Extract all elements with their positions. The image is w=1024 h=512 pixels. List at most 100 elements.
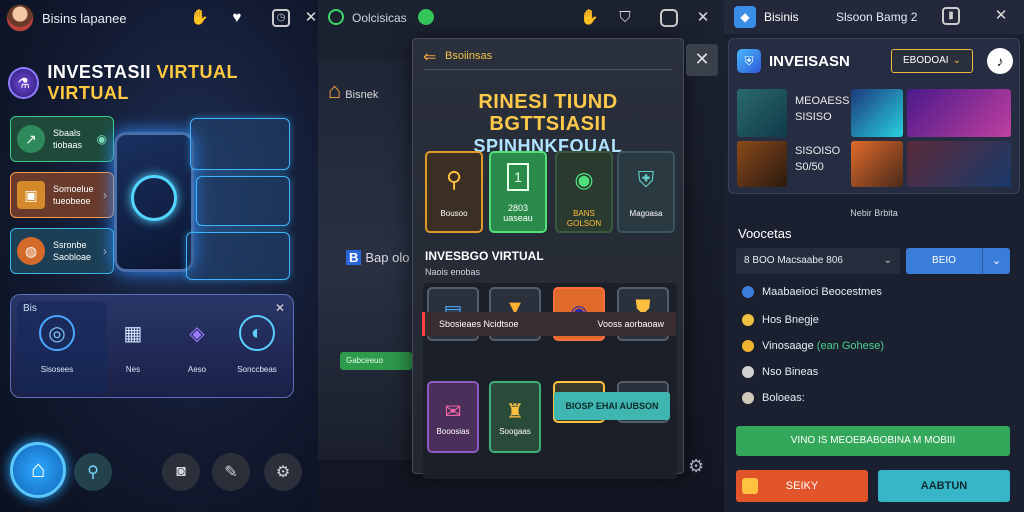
shield-icon: ⛨ — [637, 167, 655, 192]
feature-card-box[interactable]: ▣ Somoelue tueobeoe › — [10, 172, 114, 218]
tile-document[interactable]: 1 2803 uaseau — [489, 151, 547, 233]
music-note-icon[interactable]: ♪ — [987, 48, 1013, 74]
settings-gear-icon[interactable]: ⚙ — [264, 453, 302, 491]
secondary-button[interactable]: SEIKY — [736, 470, 868, 502]
tray-item[interactable]: ◐ Sonccbeas — [229, 315, 285, 374]
spiral-icon: ◎ — [39, 315, 75, 351]
settings-gear-icon[interactable]: ⚙ — [688, 456, 704, 477]
confirm-button[interactable]: VINO IS MEOEBABOBINA M MOBIII — [736, 426, 1010, 456]
coin-icon — [742, 478, 758, 494]
phone-illustration — [114, 132, 194, 272]
list-item[interactable]: Vinosaage (ean Gohese) — [742, 340, 884, 352]
chevron-right-icon: › — [103, 188, 107, 202]
divider — [423, 69, 673, 70]
vouchers-header: Nebir Brbita — [850, 208, 898, 218]
bullet-icon — [742, 340, 754, 352]
avatar[interactable] — [6, 4, 34, 32]
card-dropdown[interactable]: EBODOAI ⌄ — [891, 49, 973, 73]
camera-icon[interactable]: ◙ — [162, 453, 200, 491]
voucher-select[interactable]: ⌄ 8 BOO Macsaabe 806 — [736, 248, 900, 274]
tray-item[interactable]: ▦ Nes — [105, 315, 161, 375]
chevron-down-icon[interactable]: ⌄ — [982, 248, 1010, 274]
right-panel: ◆ Bisinis Slsoon Bamg 2 ▮ ✕ ⛨ INVEISASN … — [724, 0, 1024, 512]
feature-card-chart[interactable]: ↗ Sbaals tiobaas ◉ — [10, 116, 114, 162]
bullet-icon — [742, 366, 754, 378]
tower-icon: ♜ — [506, 400, 524, 423]
chat-icon[interactable]: ✎ — [212, 453, 250, 491]
hero-header: ⚗ INVESTASII VIRTUAL VIRTUAL — [8, 62, 318, 104]
timer-icon[interactable]: ◷ — [272, 9, 290, 27]
shield-icon: ⛨ — [737, 49, 761, 73]
back-arrow-icon[interactable]: ⇐ — [423, 47, 436, 67]
location-pin-icon: ⚲ — [445, 167, 463, 192]
house-icon: ⌂ — [328, 78, 342, 103]
bottom-nav: ⌂ ⚲ ◙ ✎ ⚙ — [0, 440, 318, 506]
hologram-card — [190, 118, 290, 170]
tray-item[interactable]: ◎ Sisosees — [29, 315, 85, 374]
thumbnail[interactable] — [907, 141, 1011, 187]
breadcrumb: Bsoiinsas — [445, 50, 493, 62]
close-icon[interactable]: ✕ — [302, 9, 318, 27]
globe-icon: ◍ — [17, 237, 45, 265]
chevron-down-icon: ⌄ — [883, 255, 892, 266]
close-icon[interactable]: ✕ — [275, 301, 285, 315]
globe-icon: ◉ — [574, 167, 594, 192]
chevron-down-icon: ⌄ — [952, 55, 961, 66]
dialog-title: RINESI TIUND BGTTSIASII SPINHNKFOUAL — [473, 91, 623, 156]
thumbnail[interactable] — [737, 141, 787, 187]
gift-icon: ✉ — [444, 400, 462, 423]
tray-item[interactable]: ◈ Aeso — [169, 315, 225, 375]
vouchers-title: Voocetas — [738, 226, 792, 241]
square-icon[interactable] — [660, 9, 678, 27]
chart-icon: ↗ — [17, 125, 45, 153]
app-logo-icon — [328, 9, 344, 25]
hologram-card — [196, 176, 290, 226]
home-icon[interactable]: ⌂ — [10, 442, 66, 498]
heart-icon[interactable]: ♥ — [228, 9, 246, 27]
hand-icon[interactable]: ✋ — [190, 9, 209, 27]
thumbnail-label: MEOAESS SISISO — [795, 95, 850, 123]
thumbnail[interactable] — [907, 89, 1011, 137]
hologram-card — [186, 232, 290, 280]
list-item[interactable]: Boloeas: — [742, 392, 805, 404]
bullet-icon — [742, 286, 754, 298]
thumbnail[interactable] — [851, 89, 903, 137]
bullet-icon — [742, 392, 754, 404]
list-item[interactable]: Hos Bnegje — [742, 314, 819, 326]
feature-card-label: Sbaals tiobaas — [53, 128, 83, 150]
shield-icon[interactable]: ⛉ — [616, 9, 634, 27]
middle-panel: Oolcisicas ✋ ⛉ ✕ ⌂ Bisnek B Bap olo Gabcee… — [318, 0, 724, 512]
brand-logo-icon: ⚗ — [8, 67, 40, 99]
coin-icon: ◉ — [96, 132, 107, 146]
chevron-right-icon: › — [103, 244, 107, 258]
dialog-close-button[interactable]: ✕ — [686, 44, 718, 76]
info-strip[interactable]: Sbosieaes Ncidtsoe Vooss aorbaoaw — [422, 312, 676, 336]
search-icon[interactable]: ⚲ — [74, 453, 112, 491]
tile-shield[interactable]: ⛨ Magoasa — [617, 151, 675, 233]
hand-icon[interactable]: ✋ — [580, 9, 599, 27]
feature-card-label: Ssronbe Saobloae — [53, 240, 92, 262]
feature-card-globe[interactable]: ◍ Ssronbe Saobloae › — [10, 228, 114, 274]
list-item[interactable]: Maabaeioci Beocestmes — [742, 286, 882, 298]
action-button[interactable]: AABTUN — [878, 470, 1010, 502]
thumbnail[interactable] — [737, 89, 787, 137]
close-icon[interactable]: ✕ — [992, 7, 1010, 25]
list-item[interactable]: Nso Bineas — [742, 366, 818, 378]
thumbnail[interactable] — [851, 141, 903, 187]
window-icon[interactable]: ▮ — [942, 7, 960, 25]
grid-tile[interactable]: ✉ Booosias — [427, 381, 479, 453]
primary-split-button[interactable]: BEIO ⌄ — [906, 248, 1010, 274]
section-subtitle: Naois enobas — [425, 267, 481, 277]
close-icon[interactable]: ✕ — [694, 9, 712, 27]
tile-globe[interactable]: ◉ BANS GOLSON — [555, 151, 613, 233]
middle-app-title: Oolcisicas — [352, 11, 407, 25]
left-topbar: Bisins lapanee ✋ ♥ ◷ ✕ — [0, 0, 318, 36]
tile-location[interactable]: ⚲ Bousoo — [425, 151, 483, 233]
app-logo-icon: ◆ — [734, 6, 756, 28]
section-title: INVESBGO VIRTUAL — [425, 249, 544, 263]
cta-button[interactable]: BIOSP EHAI AUBSON — [554, 392, 670, 420]
thumbnail-label: SISOISO S0/50 — [795, 145, 841, 173]
bullet-icon — [742, 314, 754, 326]
grid-tile[interactable]: ♜ Soogaas — [489, 381, 541, 453]
left-panel: Bisins lapanee ✋ ♥ ◷ ✕ ⚗ INVESTASII VIRT… — [0, 0, 318, 512]
